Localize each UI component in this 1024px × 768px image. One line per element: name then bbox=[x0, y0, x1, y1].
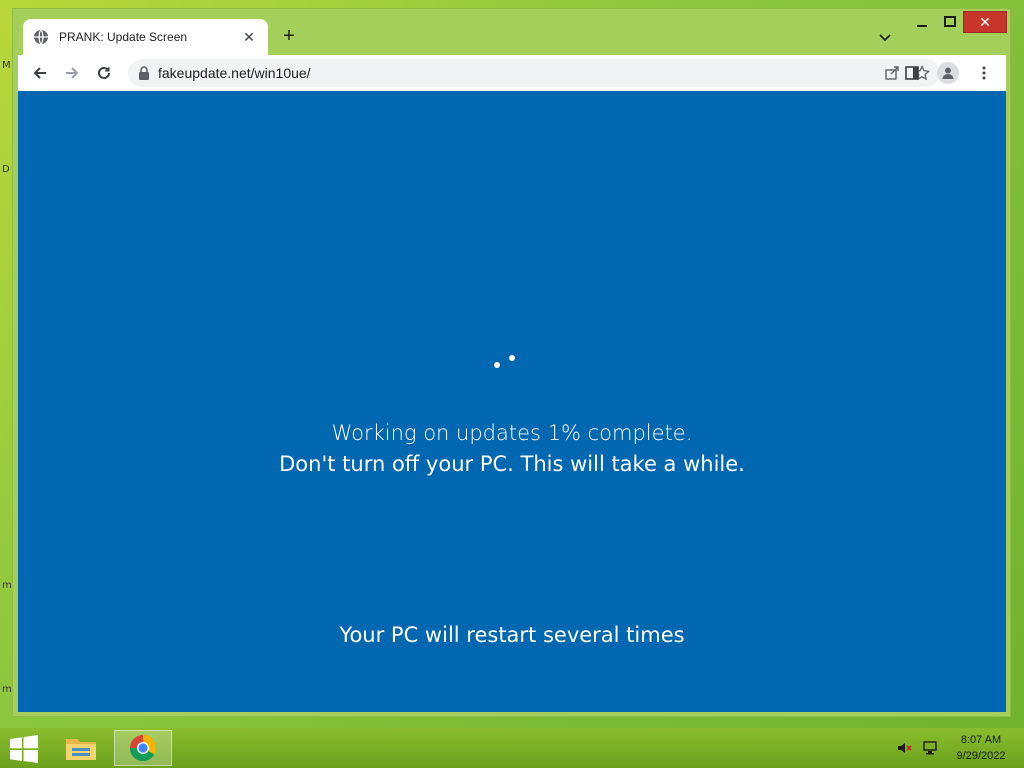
taskbar: 8:07 AM 9/29/2022 bbox=[0, 728, 1024, 768]
chevron-down-icon[interactable] bbox=[875, 27, 895, 47]
browser-window: PRANK: Update Screen ✕ + ✕ fakeupdate.ne… bbox=[12, 8, 1011, 717]
globe-icon bbox=[34, 29, 48, 45]
desktop-icon-label: D bbox=[2, 164, 10, 175]
desktop-icon-label: M bbox=[2, 60, 11, 71]
close-icon: ✕ bbox=[979, 14, 991, 30]
volume-muted-icon[interactable] bbox=[896, 740, 912, 756]
profile-button[interactable] bbox=[934, 59, 962, 87]
back-button[interactable] bbox=[24, 57, 56, 89]
tab-close-icon[interactable]: ✕ bbox=[240, 29, 258, 46]
arrow-right-icon bbox=[66, 67, 79, 79]
lock-icon[interactable] bbox=[138, 66, 150, 80]
forward-button[interactable] bbox=[56, 57, 88, 89]
warning-message: Don't turn off your PC. This will take a… bbox=[279, 452, 745, 476]
windows-start-icon[interactable] bbox=[8, 734, 40, 764]
address-bar[interactable]: fakeupdate.net/win10ue/ bbox=[128, 59, 940, 87]
reload-icon bbox=[98, 66, 110, 79]
side-panel-button[interactable] bbox=[898, 59, 926, 87]
progress-message: Working on updates 1% complete. bbox=[331, 421, 693, 445]
maximize-button[interactable] bbox=[939, 11, 961, 33]
chrome-icon bbox=[129, 735, 157, 762]
update-screen: Working on updates 1% complete. Don't tu… bbox=[18, 91, 1006, 712]
title-bar: PRANK: Update Screen ✕ + ✕ bbox=[13, 9, 1010, 55]
menu-button[interactable] bbox=[970, 59, 998, 87]
file-explorer-button[interactable] bbox=[52, 730, 110, 766]
reload-button[interactable] bbox=[88, 57, 120, 89]
url-text[interactable]: fakeupdate.net/win10ue/ bbox=[158, 65, 884, 81]
close-window-button[interactable]: ✕ bbox=[963, 11, 1007, 33]
clock-time: 8:07 AM bbox=[960, 734, 1002, 746]
side-panel-icon bbox=[905, 66, 919, 80]
folder-icon bbox=[66, 739, 96, 760]
taskbar-clock[interactable]: 8:07 AM 9/29/2022 bbox=[948, 732, 1014, 764]
person-icon bbox=[942, 67, 954, 79]
spinner-dot bbox=[494, 362, 500, 368]
desktop-icon-label: m bbox=[2, 684, 12, 695]
more-vertical-icon bbox=[982, 66, 986, 80]
browser-tab[interactable]: PRANK: Update Screen ✕ bbox=[23, 19, 268, 55]
avatar bbox=[937, 62, 959, 84]
chrome-taskbar-button[interactable] bbox=[114, 730, 172, 766]
system-tray bbox=[896, 740, 938, 756]
network-icon[interactable] bbox=[922, 740, 938, 756]
minimize-button[interactable] bbox=[911, 11, 933, 33]
restart-message: Your PC will restart several times bbox=[339, 623, 685, 647]
tab-title: PRANK: Update Screen bbox=[59, 30, 188, 44]
minimize-icon bbox=[917, 25, 927, 27]
new-tab-button[interactable]: + bbox=[277, 25, 301, 49]
spinner-dot bbox=[509, 355, 515, 361]
clock-date: 9/29/2022 bbox=[956, 750, 1006, 762]
arrow-left-icon bbox=[33, 67, 46, 79]
maximize-icon bbox=[944, 16, 956, 27]
desktop-icon-label: m bbox=[2, 580, 12, 591]
browser-toolbar: fakeupdate.net/win10ue/ bbox=[18, 55, 1006, 91]
loading-spinner bbox=[488, 353, 518, 373]
